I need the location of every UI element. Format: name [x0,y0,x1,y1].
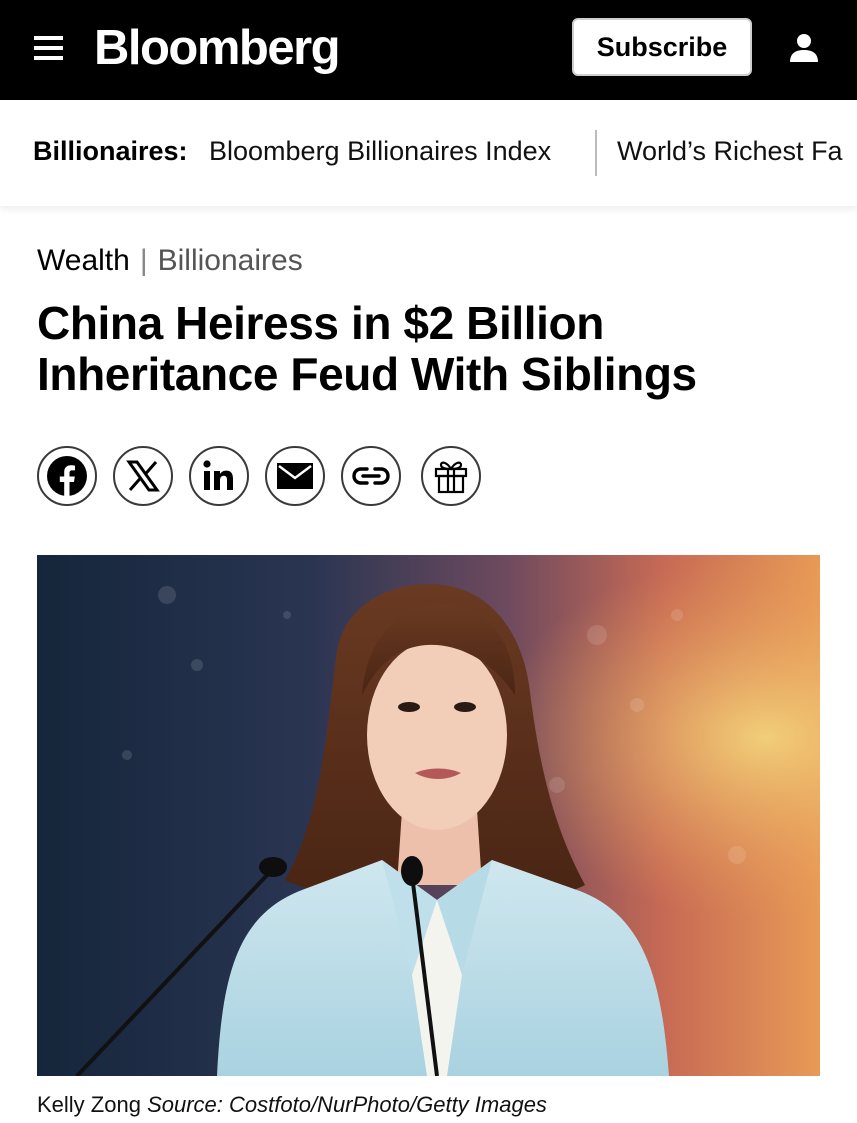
facebook-icon [47,456,87,498]
breadcrumb: Wealth | Billionaires [37,244,303,278]
category-billionaires-link[interactable]: Billionaires [158,244,303,277]
menu-icon[interactable] [34,36,64,60]
category-wealth-link[interactable]: Wealth [37,244,130,277]
breadcrumb-separator: | [139,244,148,277]
subscribe-button[interactable]: Subscribe [572,18,752,76]
top-nav-bar: Bloomberg Subscribe [0,0,857,100]
share-copy-link-button[interactable] [341,446,401,506]
caption-name: Kelly Zong [37,1092,141,1117]
link-icon [352,467,390,485]
subnav-link-billionaires-index[interactable]: Bloomberg Billionaires Index [209,136,551,167]
x-icon [126,460,160,492]
section-subnav: Billionaires: Bloomberg Billionaires Ind… [0,100,857,206]
headline-line-1: China Heiress in $2 Billion [37,297,604,349]
share-facebook-button[interactable] [37,446,97,506]
subnav-divider [595,130,597,176]
subnav-label: Billionaires: [33,136,188,166]
article-headline: China Heiress in $2 Billion Inheritance … [37,298,827,400]
subnav-link-worlds-richest[interactable]: World’s Richest Fa [617,136,843,167]
linkedin-icon [203,460,233,490]
email-icon [277,463,313,489]
caption-source: Source: Costfoto/NurPhoto/Getty Images [147,1092,547,1117]
share-email-button[interactable] [265,446,325,506]
share-gift-button[interactable] [421,446,481,506]
article-photo [37,555,820,1076]
photo-caption: Kelly Zong Source: Costfoto/NurPhoto/Get… [37,1092,547,1118]
headline-line-2: Inheritance Feud With Siblings [37,348,697,400]
user-icon[interactable] [784,29,824,69]
share-linkedin-button[interactable] [189,446,249,506]
share-x-button[interactable] [113,446,173,506]
brand-logo[interactable]: Bloomberg [94,16,341,80]
gift-icon [434,461,468,494]
